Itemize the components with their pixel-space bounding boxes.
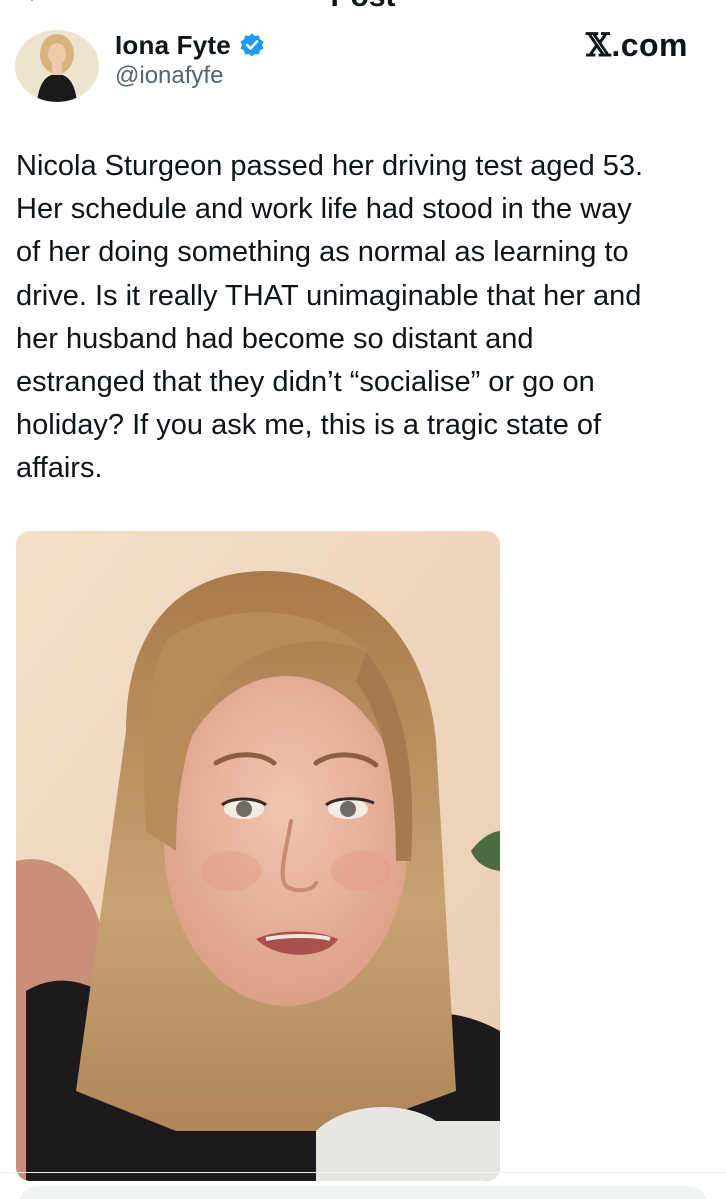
- tweet-video-thumbnail[interactable]: [16, 531, 500, 1181]
- x-com-label: 𝕏.com: [586, 26, 688, 64]
- author-name[interactable]: Iona Fyte: [115, 30, 231, 61]
- x-logo-icon: 𝕏: [585, 26, 612, 64]
- site-domain: .com: [611, 27, 688, 63]
- divider: [0, 1172, 726, 1173]
- page-title: Post: [0, 0, 726, 14]
- post-page: Post Iona Fyte @ionafyfe 𝕏.com Nicola St…: [0, 0, 726, 1199]
- tweet-text: Nicola Sturgeon passed her driving test …: [16, 150, 644, 485]
- author-avatar[interactable]: [15, 30, 99, 102]
- author-handle[interactable]: @ionafyfe: [115, 62, 223, 90]
- verified-badge-icon: [239, 32, 265, 58]
- author-name-row: Iona Fyte: [115, 30, 265, 60]
- reply-input-bar[interactable]: [18, 1186, 708, 1199]
- top-navigation-bar: Post: [0, 0, 726, 13]
